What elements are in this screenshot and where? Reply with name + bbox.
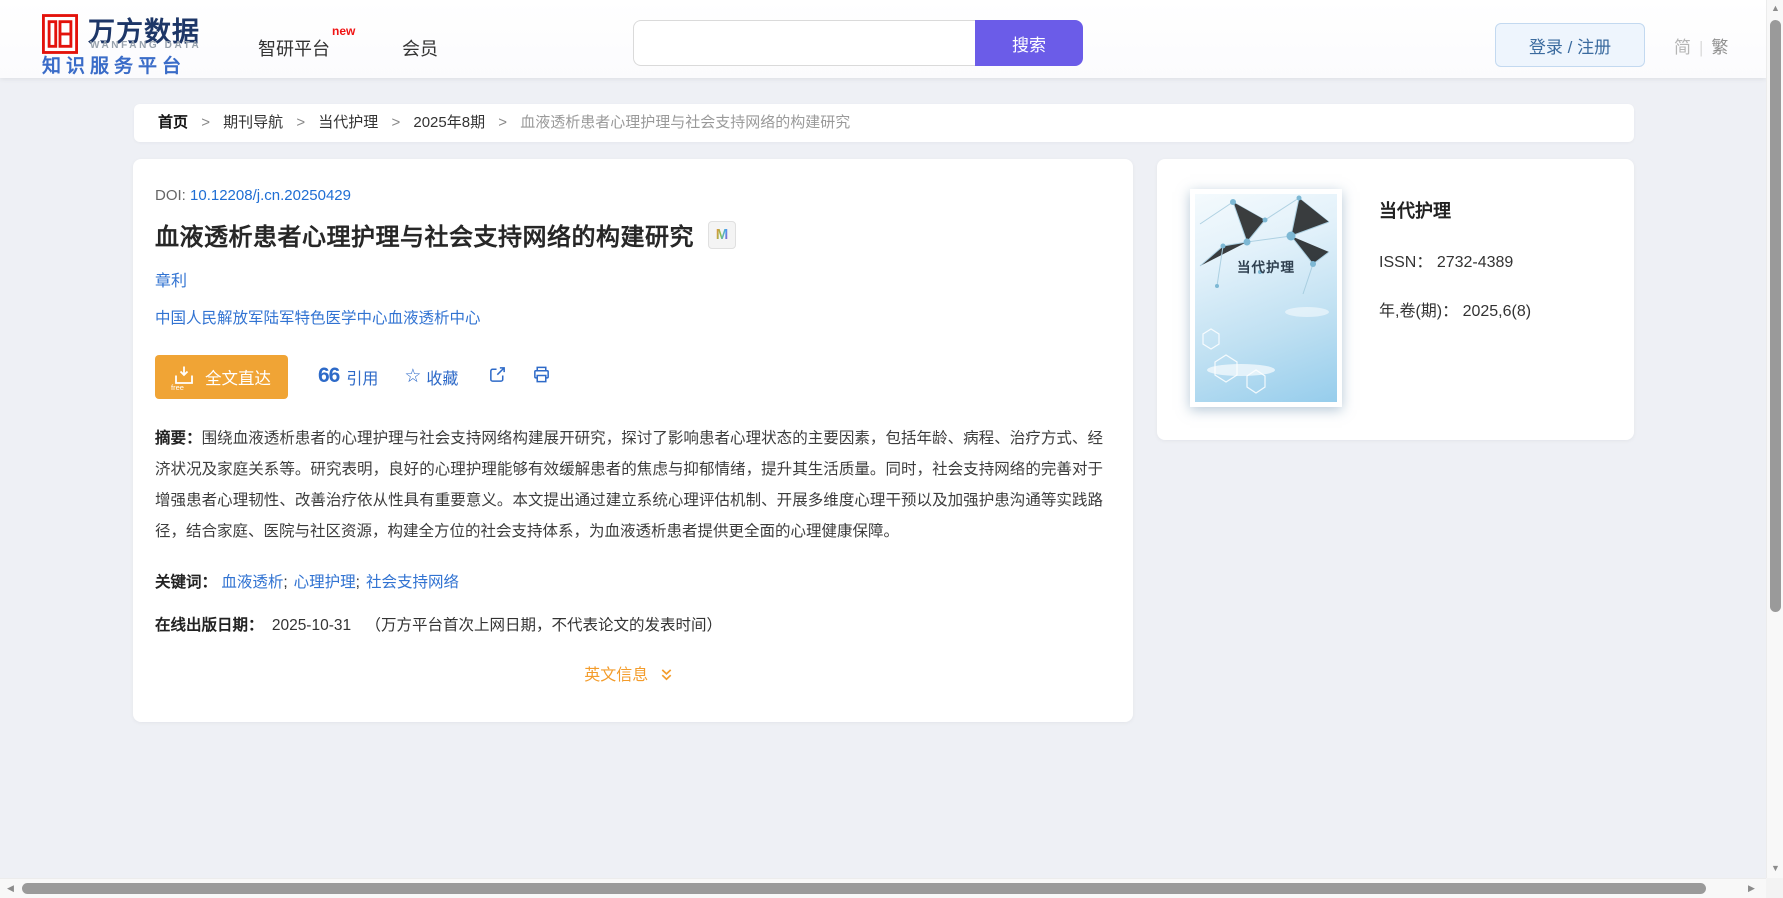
star-icon: ☆ bbox=[404, 365, 422, 387]
breadcrumb: 首页 > 期刊导航 > 当代护理 > 2025年8期 > 血液透析患者心理护理与… bbox=[134, 104, 1634, 142]
print-button[interactable] bbox=[532, 365, 551, 389]
journal-name[interactable]: 当代护理 bbox=[1379, 197, 1531, 223]
issn-value: 2732-4389 bbox=[1436, 254, 1514, 271]
affiliation-link[interactable]: 中国人民解放军陆军特色医学中心血液透析中心 bbox=[155, 310, 481, 327]
abstract: 摘要：围绕血液透析患者的心理护理与社会支持网络构建展开研究，探讨了影响患者心理状… bbox=[155, 423, 1103, 547]
fulltext-label: 全文直达 bbox=[205, 370, 271, 388]
cite-label: 引用 bbox=[346, 371, 379, 388]
breadcrumb-journal-nav[interactable]: 期刊导航 bbox=[223, 114, 283, 131]
vertical-scrollbar-thumb[interactable] bbox=[1770, 20, 1781, 612]
double-chevron-down-icon bbox=[661, 669, 672, 681]
issn-label: ISSN： bbox=[1379, 254, 1433, 271]
share-button[interactable] bbox=[488, 365, 507, 389]
horizontal-scrollbar[interactable]: ◀ ▶ bbox=[0, 878, 1766, 898]
doi-label: DOI: bbox=[155, 187, 186, 204]
vertical-scrollbar[interactable]: ▲ ▼ bbox=[1766, 0, 1783, 878]
language-switch: 简 | 繁 bbox=[1674, 33, 1728, 58]
scroll-up-arrow-icon[interactable]: ▲ bbox=[1771, 4, 1780, 13]
author-link[interactable]: 章利 bbox=[155, 273, 187, 290]
doi-link[interactable]: 10.12208/j.cn.20250429 bbox=[190, 187, 351, 204]
keyword-link[interactable]: 血液透析 bbox=[221, 574, 283, 591]
volume-label: 年,卷(期)： bbox=[1379, 303, 1459, 320]
free-download-icon: free bbox=[171, 364, 196, 391]
journal-info-card: 当代护理 当代护理 ISSN： 2732-4389 年,卷(期)： 2025,6… bbox=[1157, 159, 1634, 440]
journal-issn-row: ISSN： 2732-4389 bbox=[1379, 248, 1531, 272]
journal-volume-row: 年,卷(期)： 2025,6(8) bbox=[1379, 297, 1531, 321]
header: 万方数据 WANFANG DATA 知识服务平台 智研平台 new 会员 搜索 … bbox=[0, 0, 1766, 78]
scrollbar-corner bbox=[1766, 878, 1783, 898]
journal-cover[interactable]: 当代护理 bbox=[1190, 189, 1342, 407]
nav-item-member[interactable]: 会员 bbox=[402, 35, 438, 61]
title-row: 血液透析患者心理护理与社会支持网络的构建研究 M bbox=[155, 217, 1103, 252]
breadcrumb-separator: > bbox=[296, 114, 306, 131]
new-badge: new bbox=[332, 24, 356, 38]
fulltext-button[interactable]: free 全文直达 bbox=[155, 355, 288, 399]
favorite-label: 收藏 bbox=[426, 371, 459, 388]
scroll-left-arrow-icon[interactable]: ◀ bbox=[7, 884, 14, 893]
keyword-link[interactable]: 社会支持网络 bbox=[366, 574, 459, 591]
breadcrumb-journal[interactable]: 当代护理 bbox=[318, 114, 378, 131]
keyword-separator: ; bbox=[355, 574, 360, 591]
abstract-label: 摘要： bbox=[155, 430, 202, 447]
keyword-link[interactable]: 心理护理 bbox=[294, 574, 356, 591]
journal-info: 当代护理 ISSN： 2732-4389 年,卷(期)： 2025,6(8) bbox=[1379, 197, 1531, 321]
english-info-toggle[interactable]: 英文信息 bbox=[155, 661, 1103, 685]
brand-name-en: WANFANG DATA bbox=[90, 40, 202, 51]
share-icon bbox=[488, 365, 507, 389]
keyword-separator: ; bbox=[283, 574, 288, 591]
search-input[interactable] bbox=[633, 20, 975, 66]
printer-icon bbox=[532, 365, 551, 389]
author-row: 章利 bbox=[155, 267, 1103, 291]
favorite-button[interactable]: ☆ 收藏 bbox=[404, 365, 458, 389]
publish-date-note: （万方平台首次上网日期，不代表论文的发表时间） bbox=[365, 617, 722, 634]
volume-value: 2025,6(8) bbox=[1462, 303, 1532, 320]
breadcrumb-home[interactable]: 首页 bbox=[158, 114, 188, 131]
publish-date-value: 2025-10-31 bbox=[271, 617, 352, 634]
action-bar: free 全文直达 66 引用 ☆ 收藏 bbox=[155, 355, 1103, 399]
affiliation-row: 中国人民解放军陆军特色医学中心血液透析中心 bbox=[155, 306, 1103, 328]
keywords-label: 关键词： bbox=[155, 574, 218, 591]
breadcrumb-separator: > bbox=[201, 114, 210, 131]
doi-row: DOI: 10.12208/j.cn.20250429 bbox=[155, 159, 1103, 204]
lang-divider: | bbox=[1699, 38, 1704, 57]
lang-traditional[interactable]: 繁 bbox=[1711, 38, 1728, 57]
publish-date-label: 在线出版日期： bbox=[155, 617, 264, 634]
scroll-right-arrow-icon[interactable]: ▶ bbox=[1748, 884, 1755, 893]
journal-cover-title: 当代护理 bbox=[1237, 260, 1295, 275]
breadcrumb-separator: > bbox=[498, 114, 508, 131]
publish-date-row: 在线出版日期： 2025-10-31 （万方平台首次上网日期，不代表论文的发表时… bbox=[155, 613, 1103, 635]
search-button[interactable]: 搜索 bbox=[975, 20, 1083, 66]
breadcrumb-separator: > bbox=[391, 114, 401, 131]
breadcrumb-issue[interactable]: 2025年8期 bbox=[413, 114, 485, 131]
lang-simplified[interactable]: 简 bbox=[1674, 38, 1691, 57]
scroll-down-arrow-icon[interactable]: ▼ bbox=[1771, 864, 1780, 873]
english-info-label: 英文信息 bbox=[584, 667, 649, 684]
article-title: 血液透析患者心理护理与社会支持网络的构建研究 bbox=[155, 224, 694, 251]
article-detail-card: DOI: 10.12208/j.cn.20250429 血液透析患者心理护理与社… bbox=[133, 159, 1133, 722]
nav-item-zhiyan-platform[interactable]: 智研平台 bbox=[258, 35, 330, 61]
quote-icon: 66 bbox=[318, 364, 340, 387]
abstract-text: 围绕血液透析患者的心理护理与社会支持网络构建展开研究，探讨了影响患者心理状态的主… bbox=[155, 430, 1103, 540]
horizontal-scrollbar-thumb[interactable] bbox=[22, 883, 1706, 894]
keywords-row: 关键词： 血液透析; 心理护理; 社会支持网络 bbox=[155, 570, 1103, 592]
page: 万方数据 WANFANG DATA 知识服务平台 智研平台 new 会员 搜索 … bbox=[0, 0, 1783, 898]
brand-tagline: 知识服务平台 bbox=[42, 56, 187, 77]
m-badge-icon[interactable]: M bbox=[708, 220, 736, 249]
cite-button[interactable]: 66 引用 bbox=[318, 364, 379, 389]
journal-cover-image: 当代护理 bbox=[1195, 194, 1337, 402]
breadcrumb-current: 血液透析患者心理护理与社会支持网络的构建研究 bbox=[520, 114, 851, 131]
login-register-button[interactable]: 登录 / 注册 bbox=[1495, 23, 1645, 67]
